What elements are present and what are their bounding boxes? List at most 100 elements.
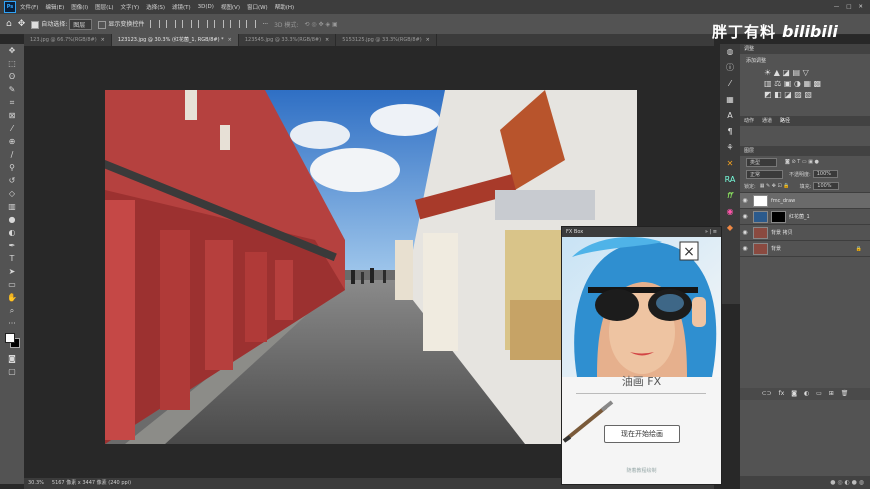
layer-row-background[interactable]: ◉ 背景 🔒 — [740, 241, 870, 257]
new-layer-icon[interactable]: ⊞ — [829, 390, 834, 397]
align-right-icon[interactable] — [182, 20, 193, 28]
zoom-tool-icon[interactable]: ⌕ — [0, 304, 24, 317]
tab-document-4[interactable]: 5153125.jpg @ 33.3%(RGB/8#) × — [336, 34, 437, 46]
menu-help[interactable]: 帮助(H) — [275, 3, 294, 11]
delete-layer-icon[interactable]: 🗑 — [841, 390, 849, 397]
maximize-icon[interactable]: □ — [846, 4, 851, 10]
frame-tool-icon[interactable]: ⊠ — [0, 109, 24, 122]
color-panel-icon[interactable]: ◍ — [720, 44, 740, 60]
align-middle-icon[interactable] — [214, 20, 225, 28]
layer-kind-dropdown[interactable]: 类型 — [746, 157, 778, 167]
eyedropper-icon[interactable]: ⁄ — [0, 122, 24, 135]
character-icon[interactable]: A — [720, 108, 740, 124]
tab-adjustments[interactable]: 调整 — [744, 44, 754, 54]
gradient-tool-icon[interactable]: ▥ — [0, 200, 24, 213]
menu-file[interactable]: 文件(F) — [20, 3, 38, 11]
plugin-color-wheel-icon[interactable]: ◉ — [720, 204, 740, 220]
more-options-icon[interactable]: ··· — [262, 21, 268, 28]
brush-tool-icon[interactable]: ∕ — [0, 148, 24, 161]
tab-layers[interactable]: 图层 — [744, 146, 754, 156]
home-icon[interactable]: ⌂ — [6, 19, 12, 29]
quick-mask-icon[interactable]: ◙ — [0, 352, 24, 365]
align-top-icon[interactable] — [198, 20, 209, 28]
close-tab-icon[interactable]: × — [325, 37, 329, 43]
adjustment-icons-row-3[interactable]: ◩ ◧ ◪ ▨ ▧ — [764, 90, 864, 99]
brush-panel-icon[interactable]: ⁄ — [720, 76, 740, 92]
clone-stamp-icon[interactable]: ⚲ — [0, 161, 24, 174]
close-tab-icon[interactable]: × — [101, 37, 105, 43]
tab-channels[interactable]: 通道 — [762, 116, 772, 126]
menu-type[interactable]: 文字(Y) — [121, 3, 140, 11]
crop-tool-icon[interactable]: ⌗ — [0, 96, 24, 109]
visibility-eye-icon[interactable]: ◉ — [740, 197, 750, 204]
auto-select-dropdown[interactable]: 图层 — [69, 18, 93, 30]
menu-filter[interactable]: 滤镜(T) — [172, 3, 191, 11]
distribute-icon[interactable] — [246, 20, 257, 28]
shape-tool-icon[interactable]: ▭ — [0, 278, 24, 291]
visibility-eye-icon[interactable]: ◉ — [740, 245, 750, 252]
plugin-ff-icon[interactable]: ff — [720, 188, 740, 204]
layer-filter-icons[interactable]: ◙ ⊘ T ▭ ▣ ● — [785, 159, 819, 165]
menu-edit[interactable]: 编辑(E) — [45, 3, 64, 11]
blur-tool-icon[interactable]: ● — [0, 213, 24, 226]
pen-tool-icon[interactable]: ✒ — [0, 239, 24, 252]
foreground-color[interactable] — [5, 333, 15, 343]
paragraph-icon[interactable]: ¶ — [720, 124, 740, 140]
lock-icons[interactable]: ▦ ✎ ✥ ⊡ 🔒 — [760, 183, 790, 189]
adjustment-icons-row-1[interactable]: ☀ ▲ ◪ ▤ ▽ — [764, 68, 864, 77]
close-tab-icon[interactable]: × — [426, 37, 430, 43]
plugin-x-icon[interactable]: ✕ — [720, 156, 740, 172]
link-layers-icon[interactable]: ⊂⊃ — [762, 390, 772, 397]
menu-select[interactable]: 选择(S) — [146, 3, 165, 11]
align-left-icon[interactable] — [150, 20, 161, 28]
history-brush-icon[interactable]: ↺ — [0, 174, 24, 187]
layer-row-mask[interactable]: ◉ 红花菌_1 — [740, 209, 870, 225]
zoom-level[interactable]: 30.3% — [28, 478, 44, 489]
plugin-cube-icon[interactable]: ◆ — [720, 220, 740, 236]
plugin-ra-icon[interactable]: RA — [720, 172, 740, 188]
menu-window[interactable]: 窗口(W) — [247, 3, 268, 11]
tab-document-3[interactable]: 123545.jpg @ 33.3%(RGB/8#) × — [238, 34, 337, 46]
fx-icon[interactable]: fx — [779, 390, 785, 397]
tab-actions[interactable]: 动作 — [744, 116, 754, 126]
menu-3d[interactable]: 3D(D) — [198, 4, 214, 10]
auto-select-checkbox[interactable] — [31, 20, 40, 29]
adjustment-layer-icon[interactable]: ◐ — [804, 390, 809, 397]
align-bottom-icon[interactable] — [230, 20, 241, 28]
minimize-icon[interactable]: — — [834, 4, 840, 10]
tab-document-2[interactable]: 123123.jpg @ 30.3% (红花菌_1, RGB/8#) * × — [111, 34, 239, 46]
path-select-icon[interactable]: ➤ — [0, 265, 24, 278]
dodge-tool-icon[interactable]: ◐ — [0, 226, 24, 239]
3d-rotate-icon[interactable]: ⟲ ◎ ✥ ◈ ▣ — [304, 21, 337, 28]
menu-view[interactable]: 视图(V) — [221, 3, 240, 11]
quick-select-icon[interactable]: ✎ — [0, 83, 24, 96]
blend-mode-dropdown[interactable]: 正常 — [746, 169, 784, 179]
more-tools-icon[interactable]: ··· — [0, 317, 24, 330]
menu-layer[interactable]: 图层(L) — [95, 3, 113, 11]
fx-close-icon[interactable]: × — [683, 244, 695, 260]
visibility-eye-icon[interactable]: ◉ — [740, 213, 750, 220]
screen-mode-icon[interactable]: ▢ — [0, 365, 24, 378]
properties-icon[interactable]: ▦ — [720, 92, 740, 108]
close-tab-icon[interactable]: × — [228, 37, 232, 43]
hand-tool-icon[interactable]: ✋ — [0, 291, 24, 304]
adjustment-icons-row-2[interactable]: ▥ ⚖ ▣ ◑ ▦ ▩ — [764, 79, 864, 88]
tab-document-1[interactable]: 123.jpg @ 66.7%(RGB/8#) × — [24, 34, 112, 46]
show-transform-checkbox[interactable] — [98, 20, 107, 29]
color-swatches[interactable] — [0, 330, 24, 352]
mask-icon[interactable]: ◙ — [791, 390, 797, 397]
type-tool-icon[interactable]: T — [0, 252, 24, 265]
layer-row-background-copy[interactable]: ◉ 背景 拷贝 — [740, 225, 870, 241]
fill-input[interactable]: 100% — [813, 182, 839, 190]
canvas-image[interactable] — [105, 90, 637, 444]
panel-bottom-icons[interactable]: ● ◎ ◐ ● ◍ — [830, 479, 864, 486]
lasso-tool-icon[interactable]: ʘ — [0, 70, 24, 83]
styles-icon[interactable]: ⚘ — [720, 140, 740, 156]
marquee-tool-icon[interactable]: ⬚ — [0, 57, 24, 70]
start-painting-button[interactable]: 现在开始绘画 — [604, 425, 680, 443]
close-icon[interactable]: ✕ — [858, 4, 863, 10]
layer-row-fmc-draw[interactable]: ◉ fmc_draw — [740, 193, 870, 209]
visibility-eye-icon[interactable]: ◉ — [740, 229, 750, 236]
move-tool-icon[interactable]: ✥ — [18, 19, 26, 29]
move-tool-icon[interactable]: ✥ — [0, 44, 24, 57]
